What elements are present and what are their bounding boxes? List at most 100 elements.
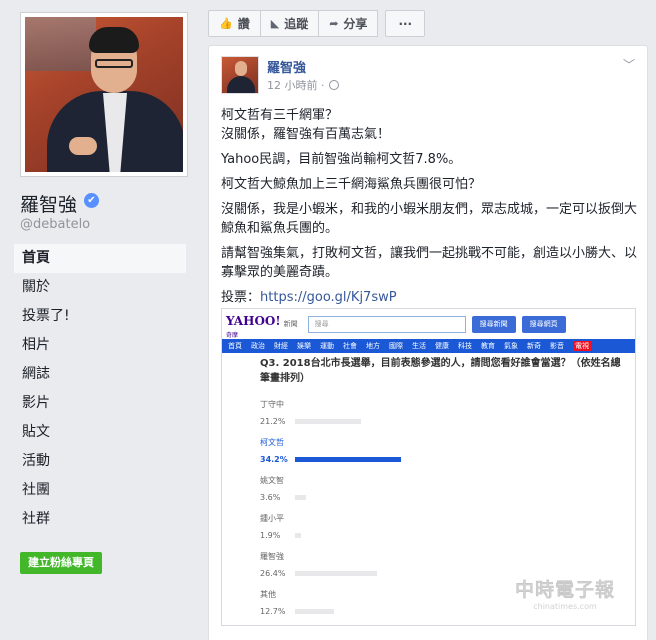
watermark-logo-text: 中時電子報 <box>514 579 615 602</box>
nav-item-home[interactable]: 首頁 <box>14 244 186 273</box>
poll-percent-label: 34.2% <box>260 455 288 464</box>
yahoo-nav-item-tv: 電視 <box>573 341 591 351</box>
like-label: 讚 <box>237 17 250 31</box>
yahoo-nav-item: 生活 <box>412 342 426 350</box>
yahoo-nav-item: 社會 <box>343 342 357 350</box>
post-paragraph-3: 柯文哲大鯨魚加上三千網海鯊魚兵團很可怕？ <box>221 177 482 192</box>
nav-item-videos[interactable]: 影片 <box>14 389 186 418</box>
poll-percent-label: 1.9% <box>260 531 281 540</box>
poll-row: 鍾小平 1.9% <box>260 511 620 549</box>
post-author-name[interactable]: 羅智強 <box>267 57 306 76</box>
poll-candidate-name: 柯文哲 <box>260 438 284 447</box>
search-web-button: 搜尋網頁 <box>521 315 566 333</box>
yahoo-nav-item: 教育 <box>481 342 495 350</box>
nav-item-notes[interactable]: 網誌 <box>14 360 186 389</box>
share-button[interactable]: ➦ 分享 <box>318 10 379 37</box>
page-handle[interactable]: @debatelo <box>20 217 90 232</box>
nav-item-vote[interactable]: 投票了! <box>14 302 186 331</box>
yahoo-nav-item: 國際 <box>389 342 403 350</box>
poll-candidate-name: 姚文智 <box>260 476 284 485</box>
photo-hair <box>89 27 139 53</box>
yahoo-search-input: 搜尋 <box>307 315 466 333</box>
photo-background-screen <box>25 17 97 72</box>
chinatimes-watermark: 中時電子報 chinatimes.com <box>514 575 615 612</box>
poll-row: 柯文哲 34.2% <box>260 435 620 473</box>
follow-button[interactable]: ◣ 追蹤 <box>259 10 320 37</box>
avatar-head <box>235 61 247 76</box>
photo-glasses <box>95 59 133 68</box>
rss-icon: ◣ <box>270 17 280 30</box>
page-title[interactable]: 羅智強 <box>20 190 77 217</box>
yahoo-nav-item: 娛樂 <box>297 342 311 350</box>
post-paragraph-1: 柯文哲有三千網軍？ 沒關係，羅智強有百萬志氣！ <box>221 106 639 144</box>
yahoo-nav-item: 財經 <box>274 342 288 350</box>
poll-bar <box>295 457 401 462</box>
yahoo-nav-item: 首頁 <box>228 342 242 350</box>
nav-item-events[interactable]: 活動 <box>14 447 186 476</box>
poll-percent-label: 26.4% <box>260 569 286 578</box>
post-timestamp[interactable]: 12 小時前 · <box>267 77 339 93</box>
post-paragraph-5: 請幫智強集氣，打敗柯文哲，讓我們一起挑戰不可能，創造以小勝大、以寡擊眾的美麗奇蹟… <box>221 246 638 280</box>
nav-item-photos[interactable]: 相片 <box>14 331 186 360</box>
poll-percent-label: 12.7% <box>260 607 286 616</box>
yahoo-nav-item: 氣象 <box>504 342 518 350</box>
yahoo-nav-item: 影音 <box>550 342 564 350</box>
photo-hand <box>69 137 97 155</box>
post-line: 沒關係，羅智強有百萬志氣！ <box>221 127 391 142</box>
share-arrow-icon: ➦ <box>329 17 339 30</box>
create-page-button[interactable]: 建立粉絲專頁 <box>20 552 102 574</box>
nav-item-groups[interactable]: 社團 <box>14 476 186 505</box>
post-text: 柯文哲有三千網軍？ 沒關係，羅智強有百萬志氣！ Yahoo民調，目前智強尚輸柯文… <box>221 106 639 313</box>
poll-row: 姚文智 3.6% <box>260 473 620 511</box>
yahoo-nav-item: 健康 <box>435 342 449 350</box>
share-label: 分享 <box>343 17 368 31</box>
search-news-button: 搜尋新聞 <box>471 315 516 333</box>
avatar-body <box>227 76 255 93</box>
profile-photo-image <box>25 17 183 172</box>
poll-bar <box>295 609 334 614</box>
poll-candidate-name: 其他 <box>260 590 276 599</box>
yahoo-nav-item: 新奇 <box>527 342 541 350</box>
follow-label: 追蹤 <box>284 17 309 31</box>
post-card: 羅智強 12 小時前 · ﹀ 柯文哲有三千網軍？ 沒關係，羅智強有百萬志氣！ Y… <box>208 45 648 640</box>
yahoo-nav-item: 科技 <box>458 342 472 350</box>
post-line: 柯文哲有三千網軍？ <box>221 108 339 123</box>
profile-photo[interactable] <box>20 12 188 177</box>
embedded-poll-screenshot[interactable]: YAHOO! 奇摩 新聞 搜尋 搜尋新聞 搜尋網頁 首頁 政治 財經 娛樂 運動 社會 地方… <box>221 308 636 626</box>
yahoo-logo-text: YAHOO! <box>226 313 281 328</box>
yahoo-logo-sub: 奇摩 <box>226 331 239 339</box>
vote-prefix: 投票： <box>221 290 261 305</box>
post-author-avatar[interactable] <box>221 56 259 94</box>
verified-icon: ✔ <box>84 193 99 208</box>
more-options-button[interactable]: ··· <box>385 10 426 37</box>
yahoo-header: YAHOO! 奇摩 新聞 搜尋 搜尋新聞 搜尋網頁 <box>222 309 635 339</box>
chevron-down-icon[interactable]: ﹀ <box>623 56 635 73</box>
like-button[interactable]: 👍 讚 <box>208 10 261 37</box>
poll-candidate-name: 鍾小平 <box>260 514 284 523</box>
page-nav: 首頁 關於 投票了! 相片 網誌 影片 貼文 活動 社團 社群 <box>14 244 186 534</box>
yahoo-news-label: 新聞 <box>283 320 298 328</box>
poll-bar <box>295 533 301 538</box>
globe-icon <box>328 80 339 90</box>
post-paragraph-2: Yahoo民調，目前智強尚輸柯文哲7.8%。 <box>221 152 462 167</box>
left-column: 羅智強 ✔ @debatelo 首頁 關於 投票了! 相片 網誌 影片 貼文 活… <box>0 0 198 640</box>
nav-item-community[interactable]: 社群 <box>14 505 186 534</box>
yahoo-nav-item: 地方 <box>366 342 380 350</box>
poll-bar <box>295 571 377 576</box>
yahoo-nav-item: 政治 <box>251 342 265 350</box>
post-paragraph-4: 沒關係，我是小蝦米，和我的小蝦米朋友們，眾志成城，一定可以扳倒大鯨魚和鯊魚兵團的… <box>221 202 638 236</box>
yahoo-category-nav: 首頁 政治 財經 娛樂 運動 社會 地方 國際 生活 健康 科技 教育 氣象 新奇 影音 電視 <box>222 339 635 353</box>
poll-percent-label: 21.2% <box>260 417 286 426</box>
vote-link[interactable]: https://goo.gl/Kj7swP <box>260 290 397 305</box>
post-vote-line: 投票：https://goo.gl/Kj7swP <box>221 288 639 307</box>
poll-bar <box>295 419 361 424</box>
poll-row: 丁守中 21.2% <box>260 397 620 435</box>
poll-candidate-name: 羅智強 <box>260 552 284 561</box>
poll-bar <box>295 495 306 500</box>
watermark-url: chinatimes.com <box>533 602 597 611</box>
nav-item-about[interactable]: 關於 <box>14 273 186 302</box>
poll-candidate-name: 丁守中 <box>260 400 284 409</box>
post-time-label: 12 小時前 · <box>267 79 325 92</box>
nav-item-posts[interactable]: 貼文 <box>14 418 186 447</box>
thumbs-up-icon: 👍 <box>219 17 233 30</box>
